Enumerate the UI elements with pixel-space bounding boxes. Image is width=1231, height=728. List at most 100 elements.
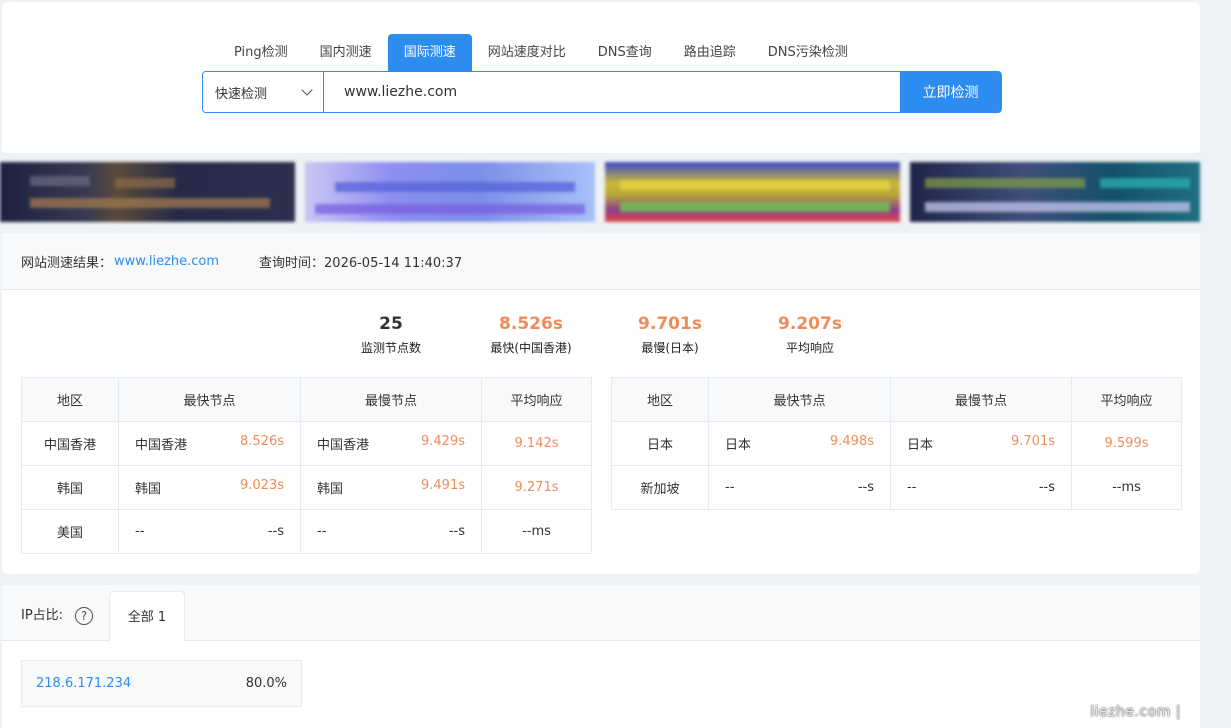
ip-share-header: IP占比: ? 全部 1 bbox=[2, 585, 1200, 642]
node-time: 9.429s bbox=[421, 434, 465, 449]
ad-banner-2[interactable] bbox=[305, 162, 595, 222]
result-card: 网站测速结果： www.liezhe.com 查询时间：2026-05-14 1… bbox=[2, 233, 1200, 574]
cell-slowest-node: -- --s bbox=[300, 509, 482, 554]
cell-fastest-node: -- --s bbox=[708, 465, 891, 510]
node-name: -- bbox=[317, 524, 327, 539]
cell-fastest-node: 日本 9.498s bbox=[708, 421, 891, 466]
cell-region: 新加坡 bbox=[611, 465, 709, 510]
summary-stats: 25 监测节点数 8.526s 最快(中国香港) 9.701s 最慢(日本) 9… bbox=[2, 313, 1200, 357]
col-average: 平均响应 bbox=[481, 377, 592, 422]
ip-percent: 80.0% bbox=[245, 676, 287, 691]
ip-share-card: IP占比: ? 全部 1 218.6.171.234 80.0% bbox=[2, 585, 1200, 728]
ad-banner-3[interactable] bbox=[605, 162, 900, 222]
tab-dns-pollution[interactable]: DNS污染检测 bbox=[752, 34, 864, 72]
node-name: 韩国 bbox=[135, 482, 162, 497]
stat-label: 平均响应 bbox=[785, 341, 834, 355]
node-name: -- bbox=[907, 480, 917, 495]
cell-average: --ms bbox=[481, 509, 592, 554]
table-row: 日本 日本 9.498s 日本 9.701s 9.599s bbox=[611, 421, 1182, 466]
ad-banner-1[interactable] bbox=[0, 162, 295, 222]
col-slowest-node: 最慢节点 bbox=[890, 377, 1072, 422]
ip-address-link[interactable]: 218.6.171.234 bbox=[36, 676, 131, 691]
node-name: 中国香港 bbox=[135, 438, 188, 453]
node-time: 9.498s bbox=[830, 434, 874, 449]
node-name: -- bbox=[135, 524, 145, 539]
cell-average: --ms bbox=[1071, 465, 1182, 510]
detect-button[interactable]: 立即检测 bbox=[900, 72, 1001, 112]
col-region: 地区 bbox=[21, 377, 119, 422]
tab-traceroute[interactable]: 路由追踪 bbox=[668, 34, 752, 72]
node-name: -- bbox=[725, 480, 735, 495]
node-name: 中国香港 bbox=[317, 438, 370, 453]
cell-average: 9.142s bbox=[481, 421, 592, 466]
node-name: 日本 bbox=[907, 438, 934, 453]
col-average: 平均响应 bbox=[1071, 377, 1182, 422]
stat-label: 最慢(日本) bbox=[641, 341, 699, 355]
result-header: 网站测速结果： www.liezhe.com 查询时间：2026-05-14 1… bbox=[2, 233, 1200, 290]
tool-tabs: Ping检测 国内测速 国际测速 网站速度对比 DNS查询 路由追踪 DNS污染… bbox=[218, 34, 864, 72]
cell-slowest-node: 中国香港 9.429s bbox=[300, 421, 482, 466]
tab-domestic-speed[interactable]: 国内测速 bbox=[304, 34, 388, 72]
stat-label: 最快(中国香港) bbox=[490, 341, 572, 355]
cell-region: 中国香港 bbox=[21, 421, 119, 466]
tab-all-ips[interactable]: 全部 1 bbox=[109, 591, 185, 642]
node-time: --s bbox=[448, 524, 465, 539]
ad-banner-4[interactable] bbox=[910, 162, 1200, 222]
tab-international-speed[interactable]: 国际测速 bbox=[387, 34, 472, 72]
table-row: 中国香港 中国香港 8.526s 中国香港 9.429s 9.142s bbox=[21, 421, 592, 466]
query-time: 查询时间：2026-05-14 11:40:37 bbox=[259, 255, 463, 271]
col-region: 地区 bbox=[611, 377, 709, 422]
stat-value: 25 bbox=[379, 314, 403, 334]
search-card: Ping检测 国内测速 国际测速 网站速度对比 DNS查询 路由追踪 DNS污染… bbox=[2, 2, 1200, 153]
node-time: --s bbox=[1038, 480, 1055, 495]
stat-label: 监测节点数 bbox=[360, 341, 421, 355]
cell-fastest-node: 中国香港 8.526s bbox=[118, 421, 301, 466]
table-row: 韩国 韩国 9.023s 韩国 9.491s 9.271s bbox=[21, 465, 592, 510]
col-fastest-node: 最快节点 bbox=[118, 377, 301, 422]
watermark: liezhe.com | bbox=[1090, 704, 1181, 720]
result-label: 网站测速结果： bbox=[21, 255, 113, 271]
question-circle-icon[interactable]: ? bbox=[75, 607, 93, 625]
table-row: 美国 -- --s -- --s --ms bbox=[21, 509, 592, 554]
cell-average: 9.271s bbox=[481, 465, 592, 510]
cell-slowest-node: 日本 9.701s bbox=[890, 421, 1072, 466]
chevron-down-icon bbox=[301, 84, 313, 96]
stat-value: 8.526s bbox=[499, 314, 563, 334]
col-fastest-node: 最快节点 bbox=[708, 377, 891, 422]
node-time: 8.526s bbox=[240, 434, 284, 449]
cell-region: 日本 bbox=[611, 421, 709, 466]
ip-share-label: IP占比: bbox=[21, 608, 64, 623]
stat-slowest: 9.701s 最慢(日本) bbox=[600, 313, 740, 356]
cell-fastest-node: -- --s bbox=[118, 509, 301, 554]
cell-slowest-node: 韩国 9.491s bbox=[300, 465, 482, 510]
search-bar: 快速检测 立即检测 bbox=[202, 71, 1002, 113]
cell-fastest-node: 韩国 9.023s bbox=[118, 465, 301, 510]
list-item: 218.6.171.234 80.0% bbox=[21, 660, 302, 707]
mode-select-value: 快速检测 bbox=[215, 86, 268, 102]
cell-region: 美国 bbox=[21, 509, 119, 554]
cell-region: 韩国 bbox=[21, 465, 119, 510]
region-table-right: 地区 最快节点 最慢节点 平均响应 日本 日本 9.498s 日本 9.701s 9… bbox=[611, 377, 1182, 510]
stat-value: 9.701s bbox=[638, 314, 702, 334]
cell-average: 9.599s bbox=[1071, 421, 1182, 466]
stat-node-count: 25 监测节点数 bbox=[321, 313, 461, 356]
cell-slowest-node: -- --s bbox=[890, 465, 1072, 510]
table-header-row: 地区 最快节点 最慢节点 平均响应 bbox=[21, 377, 592, 422]
stat-average: 9.207s 平均响应 bbox=[740, 313, 880, 356]
tab-speed-compare[interactable]: 网站速度对比 bbox=[472, 34, 582, 72]
stat-fastest: 8.526s 最快(中国香港) bbox=[461, 313, 601, 356]
node-name: 韩国 bbox=[317, 482, 344, 497]
mode-select[interactable]: 快速检测 bbox=[203, 72, 324, 112]
url-input[interactable] bbox=[324, 72, 900, 112]
tab-dns-query[interactable]: DNS查询 bbox=[582, 34, 668, 72]
stat-value: 9.207s bbox=[778, 314, 842, 334]
tab-ping[interactable]: Ping检测 bbox=[218, 34, 304, 72]
node-time: 9.023s bbox=[240, 478, 284, 493]
node-time: 9.701s bbox=[1011, 434, 1055, 449]
table-header-row: 地区 最快节点 最慢节点 平均响应 bbox=[611, 377, 1182, 422]
node-name: 日本 bbox=[725, 438, 752, 453]
node-time: --s bbox=[267, 524, 284, 539]
col-slowest-node: 最慢节点 bbox=[300, 377, 482, 422]
node-time: 9.491s bbox=[421, 478, 465, 493]
result-domain-link[interactable]: www.liezhe.com bbox=[114, 254, 219, 269]
